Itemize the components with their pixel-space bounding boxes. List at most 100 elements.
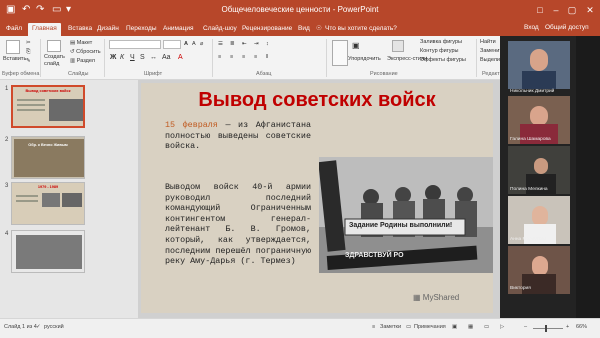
slide-photo[interactable]: Задание Родины выполнили! ЗДРАВСТВУЙ РО: [319, 157, 493, 273]
thumbnail-slide-1[interactable]: Вывод советских войск: [11, 85, 85, 128]
panel-sidebar: [576, 36, 600, 318]
align-right-icon[interactable]: ≡: [242, 54, 245, 61]
photo-banner-text: Задание Родины выполнили!: [349, 222, 453, 229]
powerpoint-window: ▣ ↶ ↷ ▭ ▾ Общечеловеческие ценности - Po…: [0, 0, 600, 338]
thumbnail-slide-3[interactable]: 1979 - 1989: [11, 182, 85, 225]
tab-transitions[interactable]: Переходы: [126, 24, 157, 34]
layout-button[interactable]: ▤ Макет: [70, 40, 92, 47]
numbering-icon[interactable]: ≣: [230, 41, 235, 48]
avatar: [522, 71, 556, 89]
notes-button[interactable]: Заметки: [380, 324, 401, 330]
zoom-slider-handle[interactable]: [545, 325, 547, 332]
sorter-view-icon[interactable]: ▦: [468, 324, 473, 330]
comments-icon[interactable]: ▭: [406, 324, 411, 330]
format-painter-icon[interactable]: ✎: [26, 58, 31, 65]
strikethrough-icon[interactable]: S: [140, 54, 145, 61]
columns-icon[interactable]: ‖: [266, 54, 268, 61]
bullets-icon[interactable]: ☰: [218, 41, 223, 48]
font-size-box[interactable]: [163, 40, 181, 49]
tab-animation[interactable]: Анимация: [163, 24, 194, 34]
zoom-out-icon[interactable]: –: [524, 324, 527, 330]
align-center-icon[interactable]: ≡: [230, 54, 233, 61]
reset-button[interactable]: ↺ Сбросить: [70, 49, 101, 56]
indent-increase-icon[interactable]: ⇥: [254, 41, 259, 48]
copy-icon[interactable]: ⎘: [26, 49, 30, 56]
tab-slideshow[interactable]: Слайд-шоу: [203, 24, 237, 34]
participants-panel: Никольник Дмитрий Галина Шамарова Полина…: [500, 36, 600, 318]
section-button[interactable]: ▥ Раздел: [70, 58, 95, 65]
tell-me-box[interactable]: Что вы хотите сделать?: [325, 24, 397, 34]
lightbulb-icon: ☉: [316, 25, 322, 32]
thumb-number: 1: [5, 86, 9, 92]
share-button[interactable]: Общий доступ: [545, 24, 589, 31]
cut-icon[interactable]: ✂: [26, 40, 31, 47]
paste-button[interactable]: Вставить: [3, 56, 26, 63]
divider: [40, 39, 41, 77]
font-grow-icon[interactable]: A: [184, 41, 188, 48]
thumb-title: 1979 - 1989: [37, 185, 59, 189]
indent-decrease-icon[interactable]: ⇤: [242, 41, 247, 48]
thumbnail-slide-4[interactable]: [11, 230, 85, 273]
font-name-box[interactable]: [109, 40, 161, 49]
status-bar: Слайд 1 из 4 ✓ русский ≡ Заметки ▭ Приме…: [0, 318, 600, 338]
thumb-number: 2: [5, 137, 9, 143]
zoom-in-icon[interactable]: +: [566, 324, 569, 330]
quick-styles-icon[interactable]: [392, 40, 404, 52]
new-slide-button[interactable]: Создать слайд: [44, 54, 68, 68]
arrange-icon[interactable]: ▣: [352, 42, 360, 50]
find-button[interactable]: Найти: [480, 39, 496, 46]
language-indicator[interactable]: русский: [44, 324, 64, 330]
minimize-icon[interactable]: –: [548, 3, 564, 17]
font-shrink-icon[interactable]: A: [192, 41, 196, 48]
arrange-button[interactable]: Упорядочить: [348, 56, 381, 63]
align-left-icon[interactable]: ≡: [218, 54, 221, 61]
slideshow-view-icon[interactable]: ▷: [500, 324, 504, 330]
tab-home[interactable]: Главная: [28, 23, 61, 36]
shape-fill-button[interactable]: Заливка фигуры: [420, 39, 462, 46]
spellcheck-icon[interactable]: ✓: [36, 324, 41, 330]
tab-file[interactable]: Файл: [6, 24, 22, 34]
shape-effects-button[interactable]: Эффекты фигуры: [420, 57, 466, 64]
italic-icon[interactable]: К: [120, 54, 124, 61]
window-title: Общечеловеческие ценности - PowerPoint: [221, 5, 379, 14]
close-icon[interactable]: ✕: [582, 3, 598, 17]
shapes-gallery[interactable]: [332, 40, 348, 66]
paste-icon[interactable]: [6, 40, 20, 54]
spacing-icon[interactable]: ↔: [150, 54, 157, 61]
justify-icon[interactable]: ≡: [254, 54, 257, 61]
reading-view-icon[interactable]: ▭: [484, 324, 489, 330]
zoom-level[interactable]: 66%: [576, 324, 587, 330]
zoom-slider[interactable]: [533, 328, 563, 329]
font-color-icon[interactable]: A: [178, 54, 183, 61]
slide-paragraph-2[interactable]: Выводом войск 40-й армии руководил после…: [165, 182, 311, 267]
tab-design[interactable]: Дизайн: [97, 24, 119, 34]
myshared-logo-icon: ▦: [413, 293, 421, 302]
thumb-title: Обр. к Вечно Живым: [28, 143, 68, 147]
divider: [326, 39, 327, 77]
current-slide[interactable]: Вывод советских войск 15 февраля — из Аф…: [141, 83, 493, 313]
participant-video-1[interactable]: [508, 41, 570, 89]
thumb-number: 3: [5, 183, 9, 189]
normal-view-icon[interactable]: ▣: [452, 324, 457, 330]
tab-insert[interactable]: Вставка: [68, 24, 92, 34]
notes-icon[interactable]: ≡: [372, 324, 375, 330]
slide-paragraph-1[interactable]: 15 февраля — из Афганистана полностью вы…: [165, 120, 311, 152]
thumbnail-slide-2[interactable]: Обр. к Вечно Живым: [11, 136, 85, 179]
participant-name: Никольник Дмитрий: [510, 89, 555, 94]
clear-format-icon[interactable]: ⌀: [200, 41, 203, 48]
bold-icon[interactable]: Ж: [110, 54, 116, 61]
shape-outline-button[interactable]: Контур фигуры: [420, 48, 458, 55]
new-slide-icon[interactable]: [47, 40, 61, 52]
tab-review[interactable]: Рецензирование: [242, 24, 292, 34]
line-spacing-icon[interactable]: ↕: [266, 41, 269, 48]
ribbon-options-icon[interactable]: □: [532, 3, 548, 17]
signin-link[interactable]: Вход: [524, 24, 539, 31]
maximize-icon[interactable]: ▢: [564, 3, 580, 17]
comments-button[interactable]: Примечания: [414, 324, 446, 330]
tab-view[interactable]: Вид: [298, 24, 310, 34]
thumb-text-line: [17, 104, 45, 106]
underline-icon[interactable]: Ч: [130, 54, 135, 61]
slide-title[interactable]: Вывод советских войск: [141, 89, 493, 112]
participant-name: Анна Морхутова: [510, 237, 547, 242]
case-icon[interactable]: Aa: [162, 54, 171, 61]
